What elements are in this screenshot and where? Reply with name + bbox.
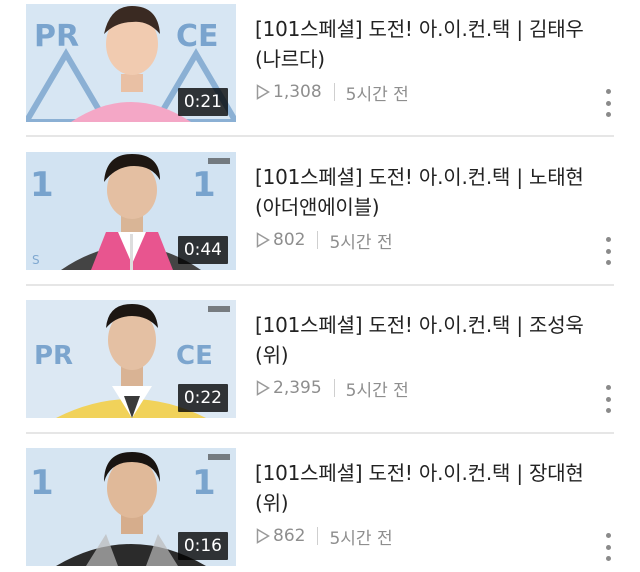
svg-text:1: 1 [30, 165, 54, 205]
video-item[interactable]: PR CE 0:22 [101스페셜] 도전! 아.이.컨.택 | 조성욱 (위… [0, 296, 640, 444]
divider [26, 284, 614, 286]
more-vertical-icon[interactable] [598, 530, 618, 564]
video-thumbnail[interactable]: 1 1 S 0:44 [26, 152, 236, 270]
duration-badge: 0:44 [177, 236, 228, 264]
upload-age: 5시간 전 [345, 84, 409, 105]
play-outline-icon [256, 232, 270, 248]
svg-text:CE: CE [176, 19, 219, 54]
view-count: 862 [273, 526, 306, 546]
more-vertical-icon[interactable] [598, 382, 618, 416]
video-item[interactable]: 1 1 0:16 [101스페셜] 도전! 아.이.컨.택 | 장대현 (위) … [0, 444, 640, 572]
video-meta: 862 5시간 전 [256, 524, 393, 549]
video-title[interactable]: [101스페셜] 도전! 아.이.컨.택 | 김태우 (나르다) [255, 14, 605, 74]
duration-badge: 0:22 [177, 384, 228, 412]
divider [26, 432, 614, 434]
svg-text:1: 1 [30, 463, 54, 503]
meta-separator [317, 527, 319, 545]
video-thumbnail[interactable]: PR CE 0:21 [26, 4, 236, 122]
play-outline-icon [256, 84, 270, 100]
duration-badge: 0:21 [177, 88, 228, 116]
view-count: 802 [273, 230, 306, 250]
svg-text:1: 1 [192, 165, 216, 205]
divider [26, 135, 614, 137]
play-outline-icon [256, 528, 270, 544]
video-meta: 2,395 5시간 전 [256, 376, 409, 401]
duration-badge: 0:16 [177, 532, 228, 560]
play-outline-icon [256, 380, 270, 396]
meta-separator [333, 83, 335, 101]
video-title[interactable]: [101스페셜] 도전! 아.이.컨.택 | 노태현 (아더앤에이블) [255, 162, 605, 222]
svg-text:S: S [32, 253, 40, 267]
meta-separator [333, 379, 335, 397]
video-thumbnail[interactable]: 1 1 0:16 [26, 448, 236, 566]
svg-text:PR: PR [34, 19, 79, 54]
more-vertical-icon[interactable] [598, 86, 618, 120]
video-meta: 802 5시간 전 [256, 228, 393, 253]
view-count: 1,308 [273, 82, 322, 102]
video-thumbnail[interactable]: PR CE 0:22 [26, 300, 236, 418]
video-meta: 1,308 5시간 전 [256, 80, 409, 105]
video-title[interactable]: [101스페셜] 도전! 아.이.컨.택 | 조성욱 (위) [255, 310, 605, 370]
upload-age: 5시간 전 [329, 528, 393, 549]
more-vertical-icon[interactable] [598, 234, 618, 268]
svg-text:1: 1 [192, 463, 216, 503]
svg-text:PR: PR [34, 341, 73, 371]
video-list: PR CE 0:21 [101스페셜] 도전! 아.이.컨.택 | 김태우 (나… [0, 0, 640, 572]
meta-separator [317, 231, 319, 249]
upload-age: 5시간 전 [329, 232, 393, 253]
video-item[interactable]: PR CE 0:21 [101스페셜] 도전! 아.이.컨.택 | 김태우 (나… [0, 0, 640, 148]
upload-age: 5시간 전 [345, 380, 409, 401]
svg-text:CE: CE [176, 341, 213, 371]
video-title[interactable]: [101스페셜] 도전! 아.이.컨.택 | 장대현 (위) [255, 458, 605, 518]
view-count: 2,395 [273, 378, 322, 398]
video-item[interactable]: 1 1 S 0:44 [101스페셜] 도전! 아.이.컨.택 | 노태현 (아… [0, 148, 640, 296]
